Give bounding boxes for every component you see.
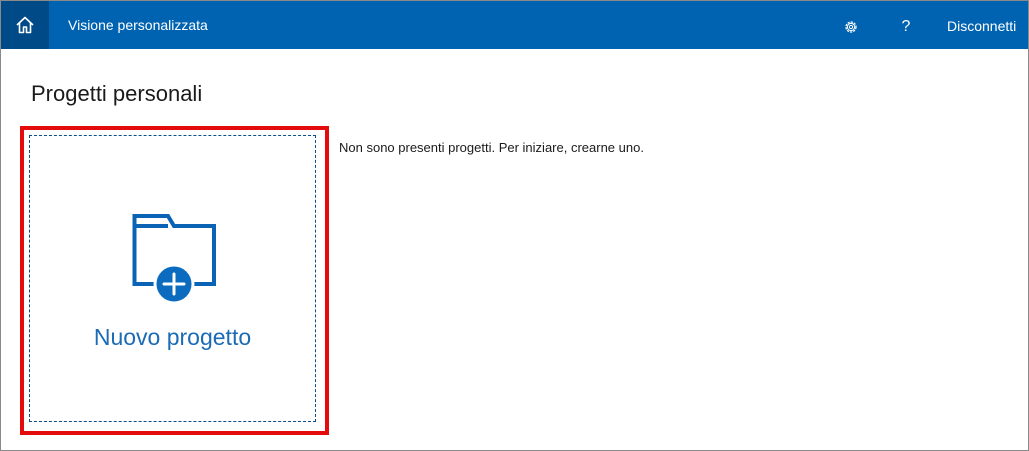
page-title: Progetti personali — [31, 81, 203, 106]
top-navigation-bar: Visione personalizzata ? Disconnetti — [1, 1, 1028, 49]
new-project-button[interactable]: Nuovo progetto — [29, 135, 316, 422]
home-button[interactable] — [1, 1, 49, 49]
help-button[interactable]: ? — [891, 13, 921, 41]
signout-link[interactable]: Disconnetti — [947, 1, 1016, 49]
app-window: Visione personalizzata ? Disconnetti Pro… — [0, 0, 1029, 451]
new-project-label: Nuovo progetto — [93, 324, 252, 350]
help-icon: ? — [901, 18, 911, 35]
app-title-link[interactable]: Visione personalizzata — [68, 1, 208, 49]
gear-icon — [845, 21, 857, 33]
home-icon — [16, 16, 34, 34]
empty-state-message: Non sono presenti progetti. Per iniziare… — [339, 140, 644, 155]
folder-add-icon — [132, 214, 216, 302]
settings-button[interactable] — [835, 13, 867, 41]
